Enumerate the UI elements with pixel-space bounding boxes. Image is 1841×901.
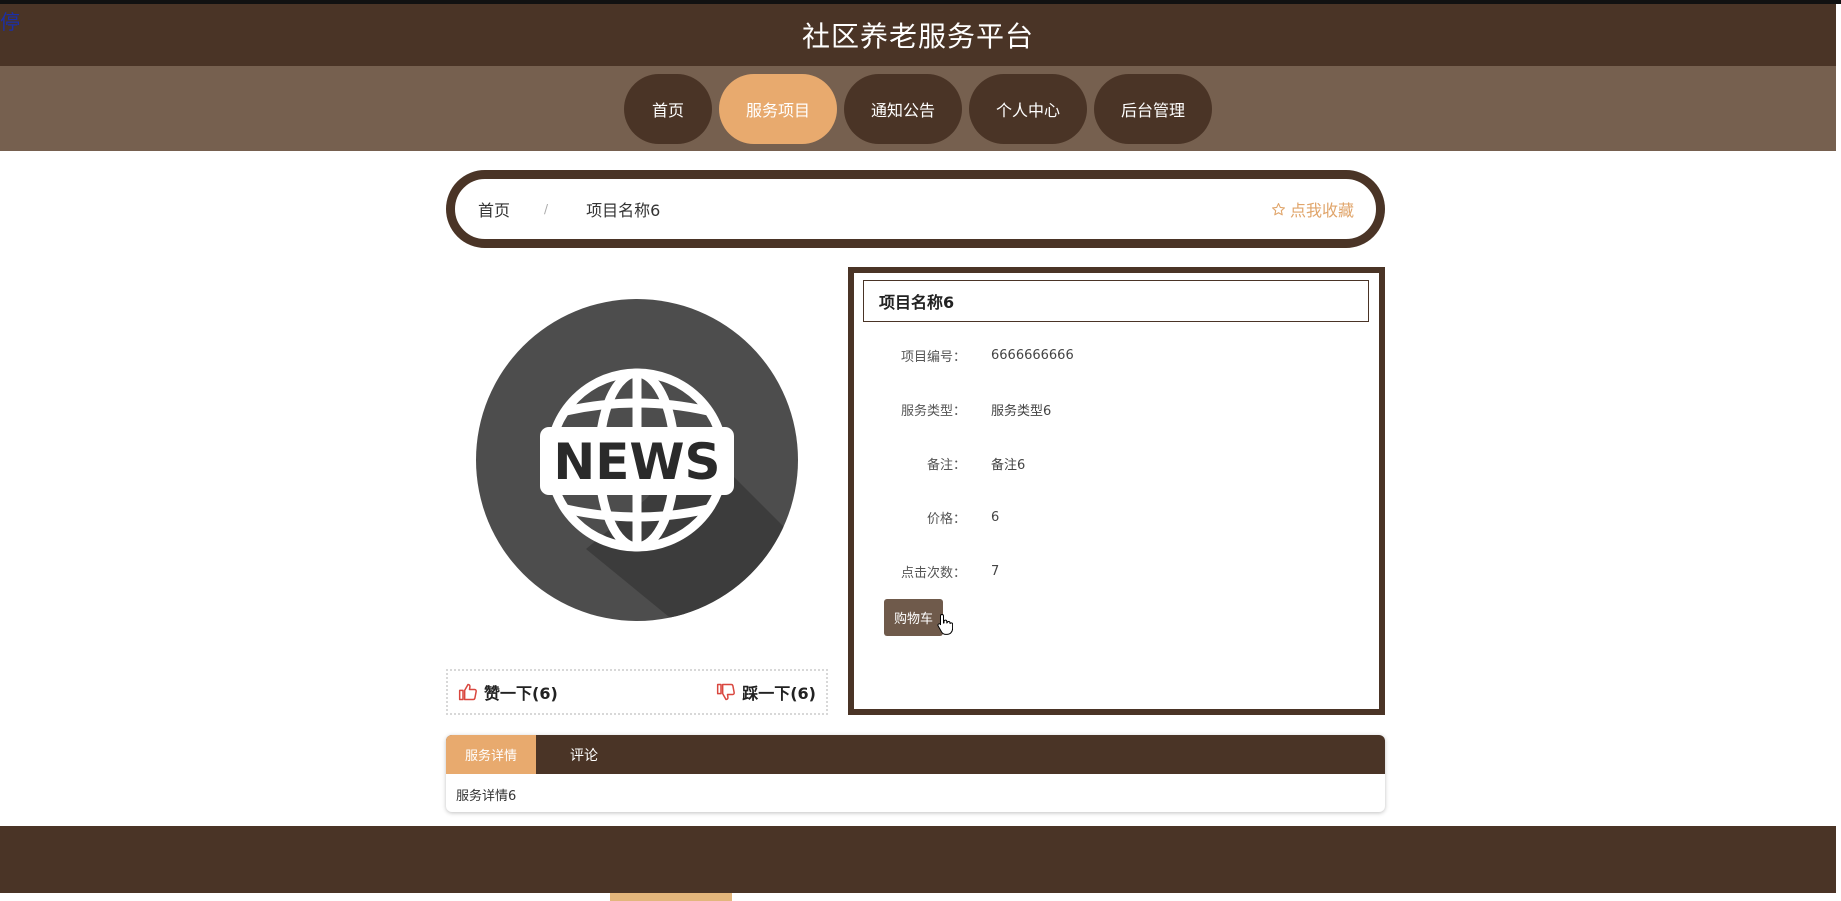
dislike-button[interactable]: 踩一下(6)	[716, 680, 816, 704]
field-value: 7	[991, 563, 1000, 579]
favorite-label: 点我收藏	[1289, 201, 1354, 220]
field-row-service-type: 服务类型： 服务类型6	[854, 397, 1374, 421]
favorite-button[interactable]: 点我收藏	[1271, 197, 1354, 221]
field-value: 服务类型6	[991, 403, 1052, 419]
tab-content: 服务详情6	[456, 789, 517, 804]
add-to-cart-button[interactable]: 购物车	[884, 599, 943, 636]
field-label: 服务类型：	[900, 403, 966, 419]
field-label: 价格：	[926, 511, 966, 527]
corner-glyph: 停	[0, 10, 20, 34]
like-label: 赞一下(6)	[484, 684, 558, 703]
field-row-remark: 备注： 备注6	[854, 451, 1374, 475]
dislike-label: 踩一下(6)	[742, 684, 816, 703]
nav-item-services[interactable]: 服务项目	[719, 73, 837, 144]
field-label: 备注：	[926, 457, 966, 473]
field-row-click-count: 点击次数： 7	[854, 559, 1374, 583]
field-row-project-number: 项目编号： 6666666666	[854, 343, 1374, 367]
field-label: 项目编号：	[900, 349, 966, 365]
detail-tabs-panel: 服务详情 评论 服务详情6	[446, 735, 1385, 812]
hand-cursor-icon	[937, 613, 953, 635]
nav-item-notices[interactable]: 通知公告	[844, 73, 962, 144]
detail-title: 项目名称6	[863, 280, 1369, 322]
project-image: NEWS	[446, 280, 828, 640]
tab-comments[interactable]: 评论	[536, 735, 632, 774]
bottom-accent-bar	[610, 893, 732, 901]
field-value: 6	[991, 509, 1000, 525]
tab-service-details[interactable]: 服务详情	[446, 735, 536, 774]
breadcrumb-current: 项目名称6	[586, 201, 661, 220]
thumbs-down-icon	[717, 683, 736, 701]
main-nav: 首页 服务项目 通知公告 个人中心 后台管理	[0, 66, 1836, 151]
nav-item-profile[interactable]: 个人中心	[969, 73, 1087, 144]
news-image-text: NEWS	[553, 433, 720, 491]
like-button[interactable]: 赞一下(6)	[458, 680, 558, 704]
breadcrumb-separator: /	[544, 202, 549, 216]
project-detail-panel: 项目名称6 项目编号： 6666666666 服务类型： 服务类型6 备注： 备…	[848, 267, 1385, 715]
breadcrumb-home-link[interactable]: 首页	[478, 197, 510, 221]
thumbs-up-icon	[458, 683, 477, 701]
star-icon	[1271, 202, 1285, 215]
nav-item-home[interactable]: 首页	[624, 73, 712, 144]
breadcrumb: 首页 / 项目名称6 点我收藏	[446, 170, 1385, 248]
field-label: 点击次数：	[900, 565, 966, 581]
site-header: 社区养老服务平台	[0, 4, 1836, 66]
nav-item-admin[interactable]: 后台管理	[1094, 73, 1212, 144]
field-value: 备注6	[991, 457, 1026, 473]
site-footer	[0, 826, 1836, 893]
news-globe-icon: NEWS	[476, 299, 798, 621]
field-value: 6666666666	[991, 347, 1074, 363]
vote-bar: 赞一下(6) 踩一下(6)	[446, 669, 828, 715]
tabs-header: 服务详情 评论	[446, 735, 1385, 774]
field-row-price: 价格： 6	[854, 505, 1374, 529]
site-title: 社区养老服务平台	[801, 20, 1034, 53]
